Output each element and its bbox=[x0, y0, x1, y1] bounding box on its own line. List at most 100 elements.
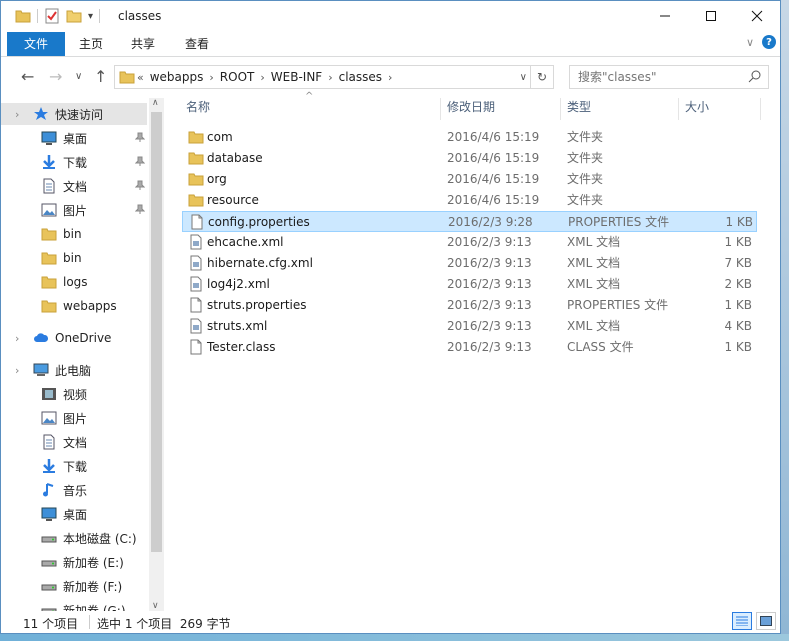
breadcrumb-webapps[interactable]: webapps bbox=[150, 70, 204, 84]
details-view-icon bbox=[736, 616, 748, 626]
column-type[interactable]: 类型 bbox=[561, 98, 679, 120]
xml-file-icon bbox=[188, 276, 204, 292]
scroll-down-icon[interactable]: ∨ bbox=[152, 601, 159, 611]
sidebar-item[interactable]: 图片 bbox=[1, 199, 147, 221]
file-type: XML 文档 bbox=[567, 235, 621, 249]
new-folder-icon[interactable] bbox=[66, 8, 82, 24]
search-input[interactable] bbox=[576, 69, 740, 85]
help-icon[interactable]: ? bbox=[762, 35, 776, 49]
chevron-right-icon[interactable]: › bbox=[15, 332, 19, 345]
download-icon bbox=[41, 154, 57, 170]
file-row[interactable]: config.properties 2016/2/3 9:28 PROPERTIES… bbox=[182, 211, 757, 232]
properties-icon[interactable] bbox=[44, 8, 60, 24]
address-dropdown-icon[interactable]: ∨ bbox=[520, 72, 527, 83]
sidebar-item[interactable]: 下载 bbox=[1, 151, 147, 173]
sidebar-item[interactable]: 本地磁盘 (C:) bbox=[1, 527, 147, 549]
folder-icon bbox=[41, 274, 57, 290]
file-row[interactable]: Tester.class 2016/2/3 9:13 CLASS 文件 1 KB bbox=[182, 337, 757, 358]
scroll-up-icon[interactable]: ∧ bbox=[152, 98, 159, 108]
sidebar-item-label: 图片 bbox=[63, 411, 88, 426]
sidebar-item-label: 新加卷 (G:) bbox=[63, 603, 126, 612]
drive-icon bbox=[41, 602, 57, 611]
column-name[interactable]: 名称 bbox=[180, 98, 441, 120]
chevron-right-icon[interactable]: › bbox=[15, 108, 19, 121]
file-name: struts.properties bbox=[207, 298, 307, 312]
sidebar-item[interactable]: bin bbox=[1, 247, 147, 269]
star-icon bbox=[33, 106, 49, 122]
file-name: log4j2.xml bbox=[207, 277, 270, 291]
sidebar-item[interactable]: 新加卷 (E:) bbox=[1, 551, 147, 573]
breadcrumb-classes[interactable]: classes bbox=[339, 70, 382, 84]
file-size: 2 KB bbox=[724, 277, 752, 291]
up-arrow-icon[interactable]: ↑ bbox=[94, 67, 107, 86]
sidebar-item[interactable]: 新加卷 (F:) bbox=[1, 575, 147, 597]
sidebar-item-label: bin bbox=[63, 227, 82, 241]
file-row[interactable]: struts.xml 2016/2/3 9:13 XML 文档 4 KB bbox=[182, 316, 757, 337]
back-arrow-icon[interactable]: ← bbox=[21, 67, 34, 86]
address-bar[interactable]: « webapps › ROOT › WEB-INF › classes › ∨… bbox=[114, 65, 554, 89]
details-view-button[interactable] bbox=[732, 612, 752, 630]
sidebar-item[interactable]: 文档 bbox=[1, 431, 147, 453]
file-size bbox=[682, 148, 752, 169]
sidebar-item[interactable]: › 此电脑 bbox=[1, 359, 147, 381]
file-name: resource bbox=[207, 193, 259, 207]
chevron-right-icon[interactable]: › bbox=[209, 71, 213, 84]
sidebar-item[interactable]: logs bbox=[1, 271, 147, 293]
sidebar-item[interactable]: › OneDrive bbox=[1, 327, 147, 349]
chevron-right-icon[interactable]: › bbox=[15, 364, 19, 377]
sidebar-item[interactable]: 图片 bbox=[1, 407, 147, 429]
sidebar-item[interactable]: 音乐 bbox=[1, 479, 147, 501]
file-row[interactable]: log4j2.xml 2016/2/3 9:13 XML 文档 2 KB bbox=[182, 274, 757, 295]
sidebar-item[interactable]: 下载 bbox=[1, 455, 147, 477]
maximize-icon bbox=[706, 11, 716, 21]
sidebar-item[interactable]: 桌面 bbox=[1, 127, 147, 149]
recent-locations-icon[interactable]: ∨ bbox=[75, 71, 82, 82]
file-row[interactable]: hibernate.cfg.xml 2016/2/3 9:13 XML 文档 7 KB bbox=[182, 253, 757, 274]
overflow-crumbs[interactable]: « bbox=[137, 71, 144, 84]
folder-icon bbox=[188, 129, 204, 145]
file-size bbox=[682, 127, 752, 148]
chevron-right-icon[interactable]: › bbox=[388, 71, 392, 84]
column-date[interactable]: 修改日期 bbox=[441, 98, 561, 120]
sidebar-item[interactable]: 视频 bbox=[1, 383, 147, 405]
title-bar: ▾ classes bbox=[1, 1, 780, 32]
file-row[interactable]: org 2016/4/6 15:19 文件夹 bbox=[182, 169, 757, 190]
sidebar-item[interactable]: bin bbox=[1, 223, 147, 245]
sidebar-item[interactable]: 桌面 bbox=[1, 503, 147, 525]
search-box[interactable] bbox=[569, 65, 769, 89]
close-button[interactable] bbox=[734, 1, 780, 31]
file-type: 文件夹 bbox=[567, 151, 604, 165]
maximize-button[interactable] bbox=[688, 1, 734, 31]
sidebar-item[interactable]: › 快速访问 bbox=[1, 103, 147, 125]
expand-ribbon-icon[interactable]: ∨ bbox=[746, 36, 754, 49]
column-size[interactable]: 大小 bbox=[679, 98, 761, 120]
forward-arrow-icon[interactable]: → bbox=[49, 67, 62, 86]
file-row[interactable]: struts.properties 2016/2/3 9:13 PROPERTIES… bbox=[182, 295, 757, 316]
file-row[interactable]: database 2016/4/6 15:19 文件夹 bbox=[182, 148, 757, 169]
pin-icon bbox=[134, 180, 146, 190]
sidebar-item[interactable]: 新加卷 (G:) bbox=[1, 599, 147, 611]
breadcrumb-root[interactable]: ROOT bbox=[220, 70, 255, 84]
chevron-right-icon[interactable]: › bbox=[260, 71, 264, 84]
refresh-icon[interactable]: ↻ bbox=[530, 66, 553, 88]
pictures-icon bbox=[41, 202, 57, 218]
search-icon[interactable] bbox=[748, 69, 762, 86]
breadcrumb-web-inf[interactable]: WEB-INF bbox=[271, 70, 322, 84]
sidebar-scroll-thumb[interactable] bbox=[151, 112, 162, 552]
chevron-right-icon[interactable]: › bbox=[328, 71, 332, 84]
folder-icon bbox=[41, 226, 57, 242]
sidebar-scrollbar[interactable]: ∧ ∨ bbox=[149, 98, 164, 611]
sidebar-item[interactable]: 文档 bbox=[1, 175, 147, 197]
sidebar-item[interactable]: webapps bbox=[1, 295, 147, 317]
file-row[interactable]: com 2016/4/6 15:19 文件夹 bbox=[182, 127, 757, 148]
minimize-button[interactable] bbox=[642, 1, 688, 31]
large-icons-view-button[interactable] bbox=[756, 612, 776, 630]
tab-share[interactable]: 共享 bbox=[119, 32, 167, 56]
file-row[interactable]: ehcache.xml 2016/2/3 9:13 XML 文档 1 KB bbox=[182, 232, 757, 253]
file-icon bbox=[189, 214, 205, 230]
customize-toolbar-icon[interactable]: ▾ bbox=[88, 11, 93, 22]
tab-home[interactable]: 主页 bbox=[67, 32, 115, 56]
file-row[interactable]: resource 2016/4/6 15:19 文件夹 bbox=[182, 190, 757, 211]
tab-view[interactable]: 查看 bbox=[173, 32, 221, 56]
tab-file[interactable]: 文件 bbox=[7, 32, 65, 56]
